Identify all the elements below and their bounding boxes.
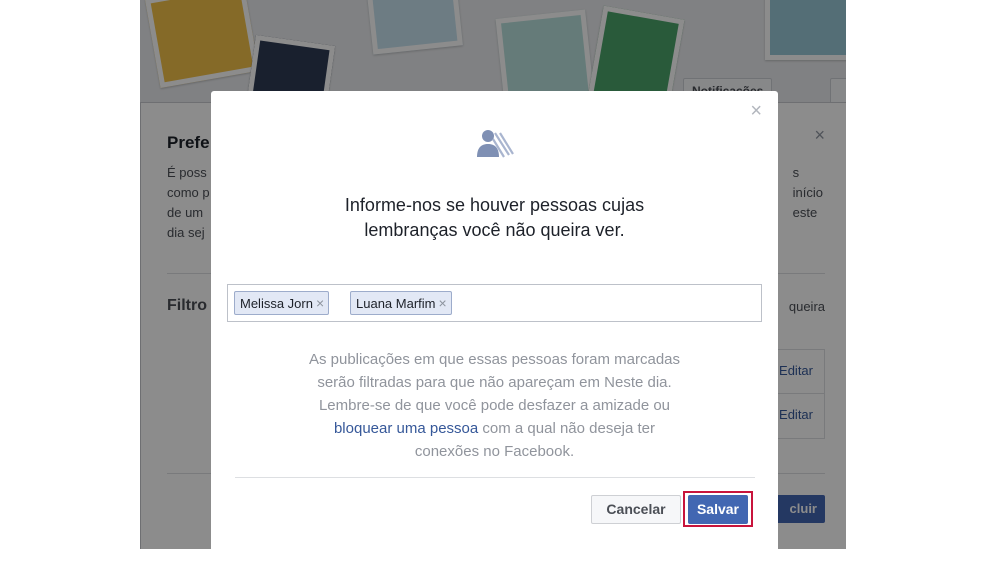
cancel-button[interactable]: Cancelar xyxy=(591,495,681,524)
info-line: Lembre-se de que você pode desfazer a am… xyxy=(318,397,671,414)
info-line: bloquear uma pessoa com a qual não desej… xyxy=(211,417,778,440)
block-person-link[interactable]: bloquear uma pessoa xyxy=(334,420,478,437)
token-label: Luana Marfim xyxy=(356,296,436,311)
info-line: As publicações em que essas pessoas fora… xyxy=(308,351,680,368)
token-label: Melissa Jorn xyxy=(240,296,313,311)
person-token[interactable]: Luana Marfim × xyxy=(350,291,452,315)
remove-token-icon[interactable]: × xyxy=(316,295,324,311)
info-line: serão filtradas para que não apareçam em… xyxy=(317,374,672,391)
filter-people-modal: × Informe-nos se houver pessoas cujas le… xyxy=(211,91,778,561)
info-text: As publicações em que essas pessoas fora… xyxy=(211,348,778,463)
heading-line: Informe-nos se houver pessoas cujas xyxy=(344,195,645,215)
info-line: conexões no Facebook. xyxy=(414,443,575,460)
save-button[interactable]: Salvar xyxy=(688,495,748,524)
divider xyxy=(235,477,755,478)
remove-token-icon[interactable]: × xyxy=(438,295,446,311)
close-icon[interactable]: × xyxy=(750,101,762,121)
people-token-input[interactable]: Melissa Jorn × Luana Marfim × xyxy=(227,284,762,322)
people-icon xyxy=(477,130,514,158)
modal-heading: Informe-nos se houver pessoas cujas lemb… xyxy=(211,193,778,243)
info-line-rest: com a qual não deseja ter xyxy=(478,420,656,437)
heading-line: lembranças você não queira ver. xyxy=(364,220,625,240)
person-token[interactable]: Melissa Jorn × xyxy=(234,291,330,315)
